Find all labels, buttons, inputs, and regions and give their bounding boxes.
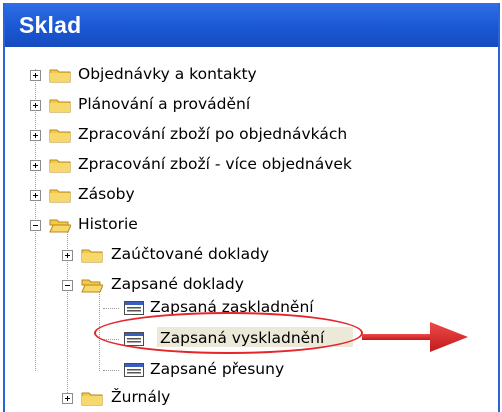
tree-item-zapsane-doklady[interactable]: Zapsané doklady bbox=[111, 275, 244, 293]
open-folder-icon bbox=[49, 219, 71, 233]
tree-connector bbox=[103, 308, 119, 309]
tree-item-zpracovani-po-objednavkach[interactable]: Zpracování zboží po objednávkách bbox=[78, 125, 347, 143]
folder-icon bbox=[49, 189, 71, 203]
expand-toggle-zpracovani-vice[interactable] bbox=[30, 160, 41, 171]
folder-icon bbox=[49, 159, 71, 173]
tree-item-zasoby[interactable]: Zásoby bbox=[78, 185, 135, 203]
collapse-toggle-zapsane-doklady[interactable] bbox=[62, 280, 73, 291]
folder-icon bbox=[49, 99, 71, 113]
expand-toggle-zpracovani-po-obj[interactable] bbox=[30, 130, 41, 141]
expand-toggle-zauctovane[interactable] bbox=[62, 250, 73, 261]
expand-toggle-zurnaly[interactable] bbox=[62, 393, 73, 404]
form-list-icon bbox=[124, 363, 144, 377]
folder-icon bbox=[49, 129, 71, 143]
folder-icon bbox=[81, 249, 103, 263]
expand-toggle-objednavky[interactable] bbox=[30, 70, 41, 81]
folder-icon bbox=[49, 69, 71, 83]
tree-item-zurnaly[interactable]: Žurnály bbox=[111, 388, 170, 406]
tree-item-zapsane-presuny[interactable]: Zapsané přesuny bbox=[150, 360, 284, 378]
tree-item-planovani-a-provadeni[interactable]: Plánování a provádění bbox=[78, 95, 250, 113]
open-folder-icon bbox=[81, 279, 103, 293]
folder-icon bbox=[81, 392, 103, 406]
tree-connector bbox=[103, 370, 119, 371]
form-list-icon bbox=[124, 301, 144, 315]
tree-item-zpracovani-vice-objednavek[interactable]: Zpracování zboží - více objednávek bbox=[78, 155, 352, 173]
screenshot-stage: Sklad Objednávky a kontakty Plánování a … bbox=[0, 0, 502, 412]
expand-toggle-planovani[interactable] bbox=[30, 100, 41, 111]
tree-item-historie[interactable]: Historie bbox=[78, 215, 138, 233]
arrow-right-icon bbox=[362, 322, 468, 352]
expand-toggle-zasoby[interactable] bbox=[30, 190, 41, 201]
highlight-ellipse bbox=[94, 312, 363, 354]
collapse-toggle-historie[interactable] bbox=[30, 220, 41, 231]
tree-item-objednavky-a-kontakty[interactable]: Objednávky a kontakty bbox=[78, 65, 257, 83]
tree-item-zauctovane-doklady[interactable]: Zaúčtované doklady bbox=[111, 245, 269, 263]
